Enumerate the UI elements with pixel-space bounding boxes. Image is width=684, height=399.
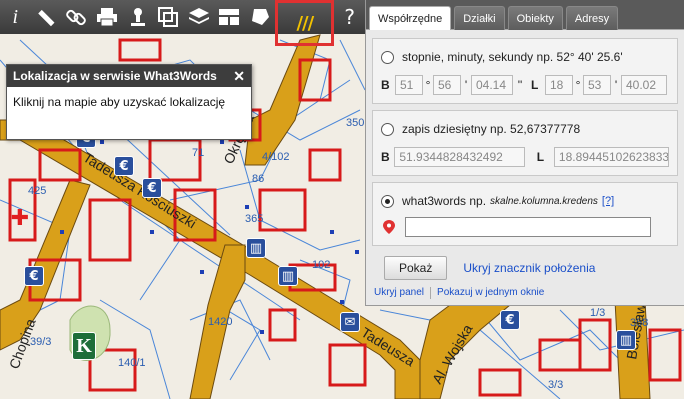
- dms-b-seconds-field[interactable]: 04.14: [471, 75, 513, 95]
- footer-divider: [430, 287, 432, 299]
- library-icon[interactable]: ▥: [246, 238, 266, 258]
- dms-b-minutes-field[interactable]: 56: [433, 75, 461, 95]
- layout-icon[interactable]: [214, 0, 245, 34]
- popup-title-bar: Lokalizacja w serwisie What3Words ✕: [7, 65, 251, 87]
- parcel-label: 102: [312, 259, 330, 271]
- panel-actions: Pokaż Ukryj znacznik położenia: [384, 256, 684, 280]
- what3words-radio[interactable]: [381, 194, 394, 208]
- tab-coordinates[interactable]: Współrzędne: [369, 6, 452, 30]
- dms-l-label: L: [531, 78, 539, 92]
- parcel-label: 71: [192, 147, 204, 159]
- panel-footer: Ukryj panel Pokazuj w jednym oknie: [374, 287, 544, 299]
- show-button[interactable]: Pokaż: [384, 256, 448, 280]
- minute-symbol: ': [464, 78, 468, 92]
- panel-tabs: Współrzędne Działki Obiekty Adresy: [366, 0, 684, 30]
- bank-icon[interactable]: €: [142, 178, 162, 198]
- popup-title: Lokalizacja w serwisie What3Words: [13, 69, 217, 83]
- library-icon[interactable]: ▥: [616, 330, 636, 350]
- what3words-icon[interactable]: ///: [275, 0, 335, 46]
- download-icon[interactable]: [122, 0, 153, 34]
- parcel-label: 1420: [208, 316, 232, 328]
- library-icon[interactable]: ▥: [278, 266, 298, 286]
- coordinates-icon[interactable]: [153, 0, 184, 34]
- bank-icon[interactable]: €: [24, 266, 44, 286]
- decimal-l-label: L: [536, 150, 545, 164]
- info-icon[interactable]: i: [0, 0, 31, 34]
- parcel-label: 39/3: [30, 336, 51, 348]
- parcel-label: 350: [346, 117, 364, 129]
- popup-message: Kliknij na mapie aby uzyskać lokalizację: [13, 95, 226, 109]
- tab-parcels[interactable]: Działki: [454, 6, 505, 30]
- tab-addresses[interactable]: Adresy: [565, 6, 619, 30]
- dms-l-degrees-field[interactable]: 18: [545, 75, 573, 95]
- what3words-section: what3words np. skalne.kolumna.kredens [?…: [372, 182, 678, 246]
- degree-symbol: °: [575, 78, 581, 92]
- parcel-label: 365: [245, 213, 263, 225]
- dms-l-minutes-field[interactable]: 53: [583, 75, 611, 95]
- tab-objects[interactable]: Obiekty: [507, 6, 563, 30]
- what3words-input[interactable]: [405, 217, 651, 237]
- help-icon[interactable]: ?: [334, 0, 365, 34]
- layers-icon[interactable]: [183, 0, 214, 34]
- parcel-label: 425: [28, 185, 46, 197]
- location-pin-icon: [383, 220, 395, 234]
- bank-icon[interactable]: €: [500, 310, 520, 330]
- post-office-icon[interactable]: ✉: [340, 312, 360, 332]
- what3words-popup: Lokalizacja w serwisie What3Words ✕ Klik…: [6, 64, 252, 140]
- church-k-icon[interactable]: K: [72, 332, 96, 360]
- decimal-l-field[interactable]: 18.89445102623833: [553, 147, 669, 167]
- parcel-label: 4/102: [262, 151, 290, 163]
- second-symbol: '': [517, 78, 523, 92]
- dms-section: stopnie, minuty, sekundy np. 52° 40' 25.…: [372, 38, 678, 104]
- dms-radio[interactable]: [381, 50, 394, 64]
- hide-panel-link[interactable]: Ukryj panel: [374, 287, 424, 299]
- decimal-section: zapis dziesiętny np. 52,67377778 B 51.93…: [372, 110, 678, 176]
- decimal-b-label: B: [381, 150, 390, 164]
- map-toolbar: i /// ?: [0, 0, 365, 46]
- decimal-label: zapis dziesiętny np. 52,67377778: [402, 122, 581, 136]
- single-window-link[interactable]: Pokazuj w jednym oknie: [437, 287, 544, 299]
- parcel-label: 86: [252, 173, 264, 185]
- minute-symbol: ': [614, 78, 618, 92]
- what3words-label: what3words np.: [402, 194, 487, 208]
- what3words-example: skalne.kolumna.kredens: [490, 195, 598, 207]
- dms-b-label: B: [381, 78, 390, 92]
- pharmacy-cross-icon[interactable]: ✚: [10, 206, 30, 231]
- decimal-b-field[interactable]: 51.9344828432492: [394, 147, 525, 167]
- bank-icon[interactable]: €: [114, 156, 134, 176]
- hide-marker-link[interactable]: Ukryj znacznik położenia: [463, 261, 595, 275]
- coordinates-panel: Współrzędne Działki Obiekty Adresy stopn…: [365, 0, 684, 306]
- parcel-label: 140/1: [118, 357, 146, 369]
- parcel-label: 3/3: [548, 379, 563, 391]
- link-icon[interactable]: [61, 0, 92, 34]
- shape-icon[interactable]: [245, 0, 276, 34]
- dms-b-degrees-field[interactable]: 51: [395, 75, 423, 95]
- dms-l-seconds-field[interactable]: 40.02: [621, 75, 667, 95]
- close-icon[interactable]: ✕: [233, 68, 245, 85]
- what3words-help-link[interactable]: [?]: [602, 195, 614, 207]
- ruler-icon[interactable]: [31, 0, 62, 34]
- dms-label: stopnie, minuty, sekundy np. 52° 40' 25.…: [402, 50, 623, 64]
- degree-symbol: °: [425, 78, 431, 92]
- print-icon[interactable]: [92, 0, 123, 34]
- decimal-radio[interactable]: [381, 122, 394, 136]
- parcel-label: 1/3: [590, 307, 605, 319]
